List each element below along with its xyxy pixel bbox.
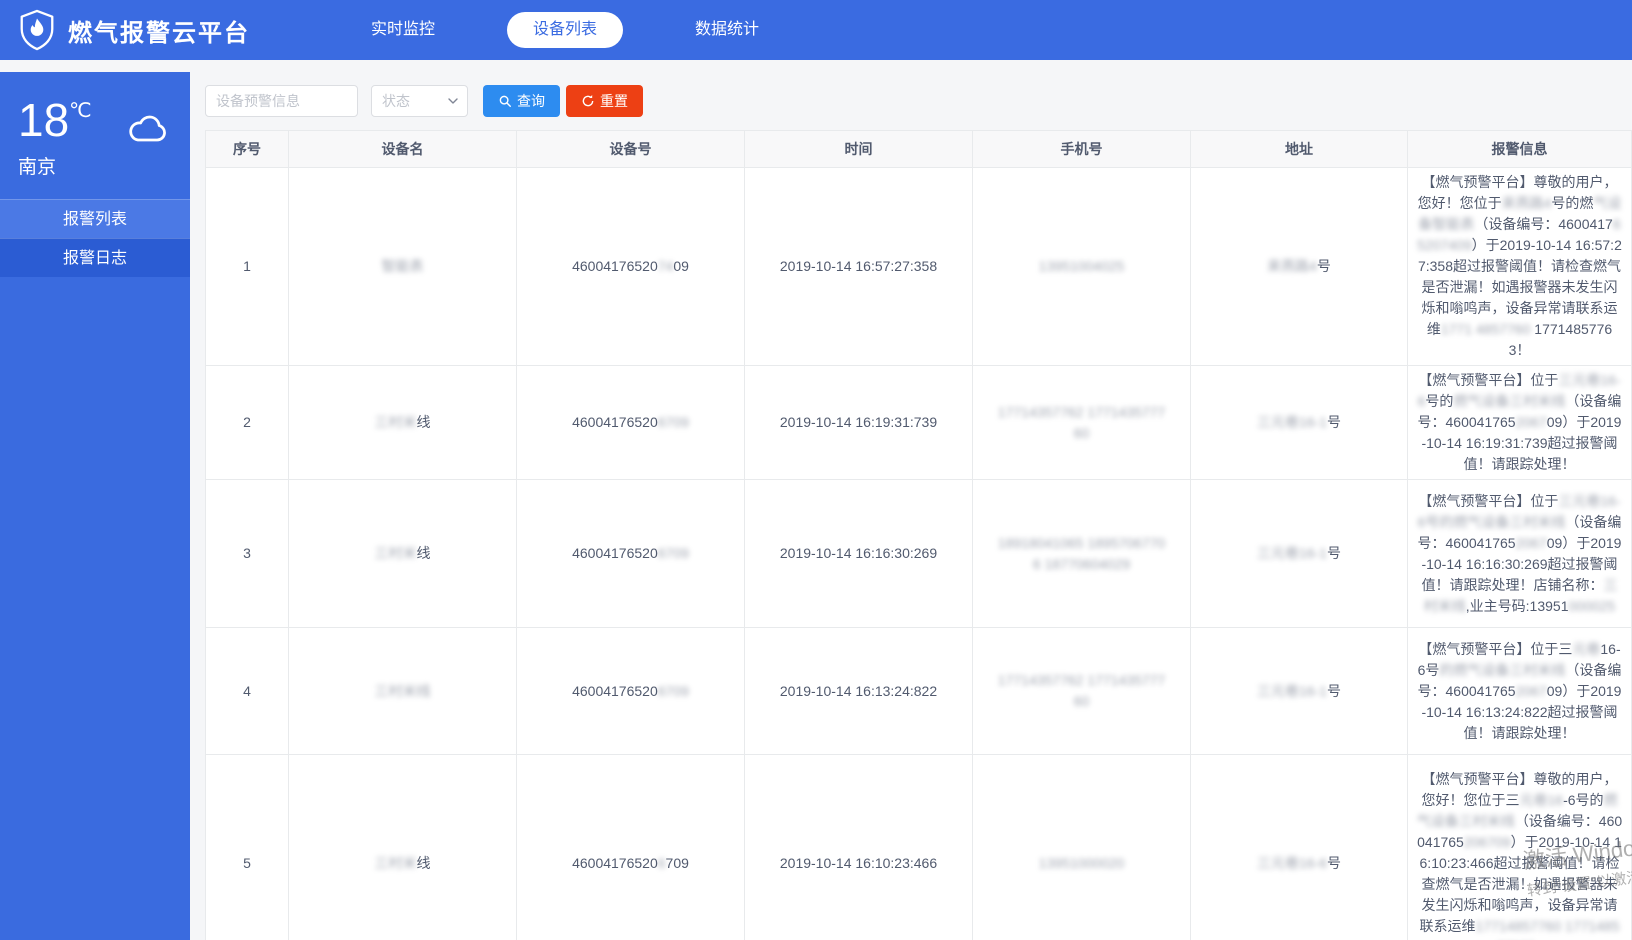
sidebar: 18 ℃ 南京 报警列表报警日志 xyxy=(0,72,190,940)
app-logo xyxy=(16,9,58,51)
index-cell: 4 xyxy=(206,628,289,755)
column-header-6: 报警信息 xyxy=(1408,131,1632,168)
index-cell: 1 xyxy=(206,168,289,366)
top-tab-1[interactable]: 设备列表 xyxy=(507,12,623,48)
address-cell: 三元巷16-1号 xyxy=(1191,480,1408,628)
table-row: 2三村米线4600417652067092019-10-14 16:19:31:… xyxy=(206,366,1632,480)
main-content: 状态 查询 重置 序号设备名设备号时间手机号地址报警 xyxy=(205,60,1632,940)
index-cell: 3 xyxy=(206,480,289,628)
time-cell: 2019-10-14 16:10:23:466 xyxy=(745,755,973,940)
column-header-1: 设备名 xyxy=(289,131,517,168)
address-cell: 三元巷16-1号 xyxy=(1191,628,1408,755)
table-row: 3三村米线4600417652067092019-10-14 16:16:30:… xyxy=(206,480,1632,628)
alarm-info-cell: 【燃气预警平台】尊敬的用户，您好！您位于三元巷16-6号的燃气设备三村米线（设备… xyxy=(1408,755,1632,940)
address-cell: 来燕路4号 xyxy=(1191,168,1408,366)
cloud-icon xyxy=(126,114,170,144)
phone-cell: 13951004025 xyxy=(973,168,1191,366)
app-header: 燃气报警云平台 实时监控 设备列表 数据统计 xyxy=(0,0,1632,60)
device-name-cell: 三村米线 xyxy=(289,366,517,480)
alarm-info-search-input[interactable] xyxy=(205,85,358,117)
time-cell: 2019-10-14 16:57:27:358 xyxy=(745,168,973,366)
top-tab-0[interactable]: 实时监控 xyxy=(345,12,461,48)
city-label: 南京 xyxy=(18,152,172,179)
time-cell: 2019-10-14 16:19:31:739 xyxy=(745,366,973,480)
column-header-5: 地址 xyxy=(1191,131,1408,168)
table-row: 5三村米线4600417652067092019-10-14 16:10:23:… xyxy=(206,755,1632,940)
phone-cell: 18918041065 18957067706 18770604029 xyxy=(973,480,1191,628)
top-tab-2[interactable]: 数据统计 xyxy=(669,12,785,48)
temperature-value: 18 xyxy=(18,96,69,144)
page-title: 燃气报警云平台 xyxy=(68,13,250,48)
search-icon xyxy=(498,94,512,108)
time-cell: 2019-10-14 16:13:24:822 xyxy=(745,628,973,755)
alarm-info-cell: 【燃气预警平台】位于三元巷16-6号的燃气设备三村米线（设备编号：4600417… xyxy=(1408,366,1632,480)
address-cell: 三元巷16-1号 xyxy=(1191,366,1408,480)
alarm-log-table-wrap: 序号设备名设备号时间手机号地址报警信息 1智能表4600417652074092… xyxy=(205,130,1632,940)
sidebar-menu: 报警列表报警日志 xyxy=(0,199,190,277)
table-row: 1智能表4600417652074092019-10-14 16:57:27:3… xyxy=(206,168,1632,366)
weather-card: 18 ℃ 南京 xyxy=(0,72,190,199)
index-cell: 2 xyxy=(206,366,289,480)
search-button[interactable]: 查询 xyxy=(483,85,560,117)
column-header-4: 手机号 xyxy=(973,131,1191,168)
filter-bar: 状态 查询 重置 xyxy=(205,85,1632,117)
table-body: 1智能表4600417652074092019-10-14 16:57:27:3… xyxy=(206,168,1632,940)
temperature-unit: ℃ xyxy=(69,98,91,123)
column-header-3: 时间 xyxy=(745,131,973,168)
device-no-cell: 460041765206709 xyxy=(517,366,745,480)
device-no-cell: 460041765206709 xyxy=(517,755,745,940)
device-no-cell: 460041765206709 xyxy=(517,480,745,628)
device-name-cell: 三村米线 xyxy=(289,755,517,940)
shield-flame-icon xyxy=(16,9,58,51)
alarm-info-cell: 【燃气预警平台】位于三元巷16-6号的燃气设备三村米线（设备编号：4600417… xyxy=(1408,628,1632,755)
status-select-placeholder: 状态 xyxy=(382,91,410,111)
phone-cell: 13951000020 xyxy=(973,755,1191,940)
chevron-down-icon xyxy=(447,95,459,107)
status-select[interactable]: 状态 xyxy=(371,85,468,117)
top-nav: 实时监控 设备列表 数据统计 xyxy=(345,12,785,48)
phone-cell: 17714357762 177143577760 xyxy=(973,366,1191,480)
table-header-row: 序号设备名设备号时间手机号地址报警信息 xyxy=(206,131,1632,168)
device-no-cell: 460041765207409 xyxy=(517,168,745,366)
device-name-cell: 三村米线 xyxy=(289,480,517,628)
column-header-0: 序号 xyxy=(206,131,289,168)
reset-button[interactable]: 重置 xyxy=(566,85,643,117)
alarm-info-cell: 【燃气预警平台】尊敬的用户，您好！您位于来燕路4号的燃气设备智能表（设备编号：4… xyxy=(1408,168,1632,366)
column-header-2: 设备号 xyxy=(517,131,745,168)
alarm-log-table: 序号设备名设备号时间手机号地址报警信息 1智能表4600417652074092… xyxy=(205,130,1632,940)
device-no-cell: 460041765206709 xyxy=(517,628,745,755)
reset-button-label: 重置 xyxy=(600,91,628,111)
device-name-cell: 智能表 xyxy=(289,168,517,366)
sidebar-item-1[interactable]: 报警日志 xyxy=(0,238,190,277)
phone-cell: 17714357762 177143577760 xyxy=(973,628,1191,755)
address-cell: 三元巷16-6号 xyxy=(1191,755,1408,940)
search-button-label: 查询 xyxy=(517,91,545,111)
device-name-cell: 三村米线 xyxy=(289,628,517,755)
sidebar-item-0[interactable]: 报警列表 xyxy=(0,199,190,238)
time-cell: 2019-10-14 16:16:30:269 xyxy=(745,480,973,628)
alarm-info-cell: 【燃气预警平台】位于三元巷16-6号的燃气设备三村米线（设备编号：4600417… xyxy=(1408,480,1632,628)
refresh-icon xyxy=(581,94,595,108)
index-cell: 5 xyxy=(206,755,289,940)
table-row: 4三村米线4600417652067092019-10-14 16:13:24:… xyxy=(206,628,1632,755)
